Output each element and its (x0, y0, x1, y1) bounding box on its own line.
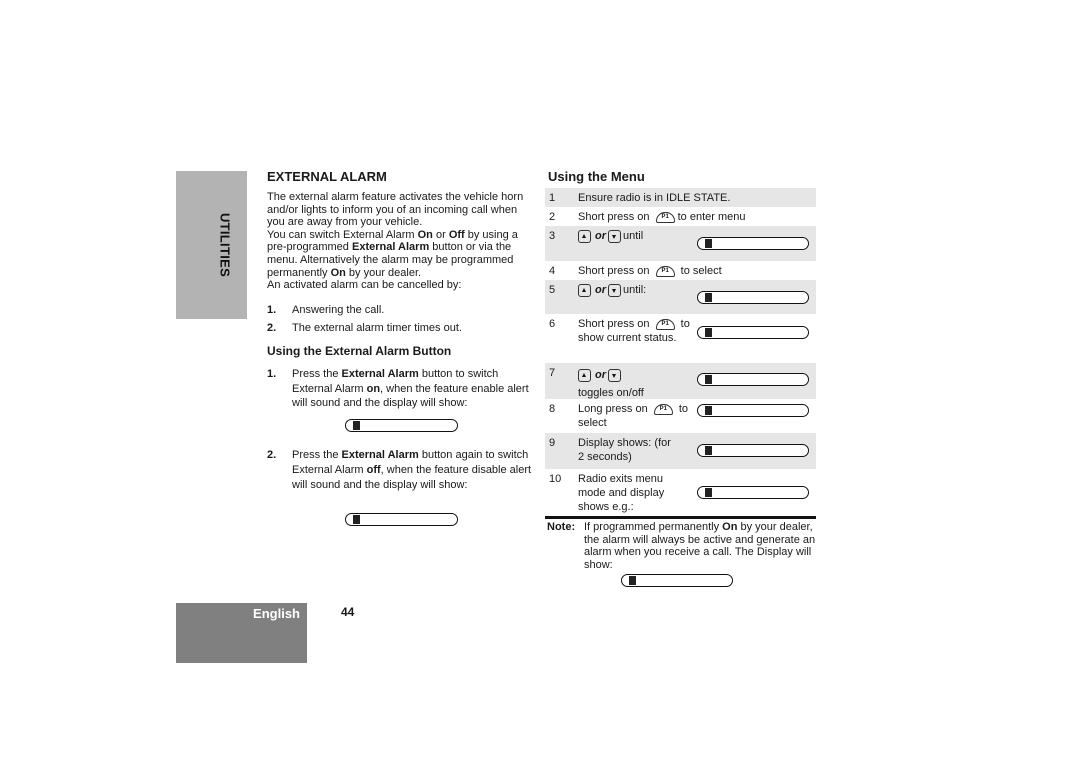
language-tab: English (176, 603, 307, 663)
alarm-off-icon (353, 515, 360, 524)
page-number: 44 (341, 605, 355, 619)
p1-key-icon: P1 (655, 318, 675, 330)
lcd-display (345, 513, 458, 526)
note-text: If programmed permanently On by your dea… (584, 521, 816, 571)
lcd-display (697, 237, 809, 250)
button-section-title: Using the External Alarm Button (267, 344, 452, 358)
p1-key-icon: P1 (653, 403, 673, 415)
button-step: 1. Press the External Alarm button to sw… (267, 368, 529, 409)
menu-step-row: 10 Radio exits menu mode and display sho… (545, 469, 816, 516)
status-icon (705, 328, 712, 337)
alarm-on-icon (353, 421, 360, 430)
language-label: English (253, 606, 300, 621)
section-tab-utilities: UTILITIES (176, 171, 247, 319)
lcd-display (697, 486, 809, 499)
menu-step-row: 7 or toggles on/off (545, 363, 816, 399)
lcd-display (697, 444, 809, 457)
menu-step-row: 1 Ensure radio is in IDLE STATE. (545, 188, 816, 207)
menu-step-row: 6 Short press on P1 to show current stat… (545, 314, 816, 363)
lcd-display (697, 373, 809, 386)
intro-paragraph-3: An activated alarm can be cancelled by: (267, 279, 462, 292)
up-arrow-key-icon (578, 229, 591, 243)
up-arrow-key-icon (578, 283, 591, 297)
p1-key-icon: P1 (655, 265, 675, 277)
menu-step-row: 4 Short press on P1 to select (549, 265, 722, 277)
menu-step-row: 9 Display shows: (for 2 seconds) (545, 433, 816, 469)
ext-alarm-menu-icon (705, 293, 712, 302)
select-icon (705, 406, 712, 415)
button-step: 2. Press the External Alarm button again… (267, 449, 532, 491)
lcd-display (621, 574, 733, 587)
menu-step-row: 5 or until: (545, 280, 816, 314)
intro-paragraph-2: You can switch External Alarm On or Off … (267, 228, 518, 279)
table-end-rule (545, 516, 816, 519)
p1-key-icon: P1 (655, 211, 675, 223)
up-arrow-key-icon (578, 368, 591, 382)
intro-text: The external alarm feature activates the… (267, 191, 537, 292)
menu-step-row: 2 Short press on P1 to enter menu (549, 211, 746, 223)
lcd-display (697, 404, 809, 417)
menu-step-row: 3 or until (545, 226, 816, 261)
permanent-alarm-icon (629, 576, 636, 585)
utilities-menu-icon (705, 239, 712, 248)
down-arrow-key-icon (608, 283, 621, 297)
section-title: EXTERNAL ALARM (267, 169, 387, 184)
toggle-icon (705, 375, 712, 384)
note-label: Note: (547, 521, 576, 533)
lcd-display (697, 291, 809, 304)
menu-step-row: 8 Long press on P1 to select (545, 399, 816, 433)
cancel-list-item: 2. The external alarm timer times out. (267, 322, 462, 334)
section-tab-label: UTILITIES (217, 212, 233, 278)
idle-icon (705, 488, 712, 497)
down-arrow-key-icon (608, 229, 621, 243)
down-arrow-key-icon (608, 368, 621, 382)
cancel-list-item: 1. Answering the call. (267, 304, 385, 316)
menu-section-title: Using the Menu (548, 169, 645, 184)
confirm-icon (705, 446, 712, 455)
lcd-display (345, 419, 458, 432)
intro-paragraph-1: The external alarm feature activates the… (267, 191, 524, 229)
lcd-display (697, 326, 809, 339)
note: Note: If programmed permanently On by yo… (547, 521, 817, 573)
